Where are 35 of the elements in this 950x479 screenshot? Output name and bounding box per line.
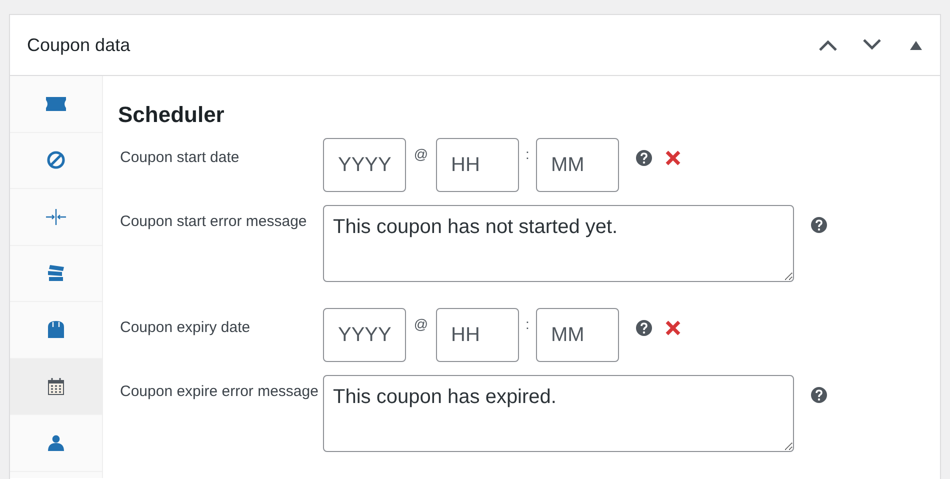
section-heading: Scheduler — [118, 101, 224, 129]
person-icon — [48, 434, 64, 451]
minute-field[interactable]: MM — [536, 138, 619, 192]
field-label: Coupon expire error message — [119, 382, 320, 402]
shopping-bag-icon — [48, 321, 64, 338]
colon-separator: : — [524, 315, 530, 334]
help-icon — [811, 387, 827, 403]
chevron-up-icon — [818, 39, 838, 51]
panel-title: Coupon data — [27, 34, 132, 57]
calendar-icon — [48, 378, 64, 395]
field-label: Coupon expiry date — [119, 318, 252, 338]
message-field[interactable]: This coupon has expired. — [323, 375, 794, 452]
close-icon[interactable] — [665, 320, 681, 336]
field-label: Coupon start error message — [119, 212, 308, 232]
hour-field[interactable]: HH — [436, 308, 519, 362]
help-icon — [636, 320, 652, 336]
arrows-inward-icon — [46, 208, 66, 225]
date-field[interactable]: YYYY — [323, 138, 406, 192]
help-icon — [636, 150, 652, 166]
sidebar-tab[interactable] — [10, 358, 102, 415]
stacked-tickets-icon — [47, 264, 65, 282]
message-field[interactable]: This coupon has not started yet. — [323, 205, 794, 282]
close-icon[interactable] — [665, 150, 681, 166]
colon-separator: : — [524, 145, 530, 164]
triangle-up-icon — [910, 40, 922, 50]
at-sign: @ — [412, 145, 430, 164]
prohibited-icon — [47, 151, 65, 170]
at-sign: @ — [412, 315, 430, 334]
field-label: Coupon start date — [119, 148, 240, 168]
minute-field[interactable]: MM — [536, 308, 619, 362]
hour-field[interactable]: HH — [436, 138, 519, 192]
chevron-down-icon — [862, 39, 882, 51]
date-field[interactable]: YYYY — [323, 308, 406, 362]
ticket-icon — [46, 96, 66, 111]
help-icon — [811, 217, 827, 233]
